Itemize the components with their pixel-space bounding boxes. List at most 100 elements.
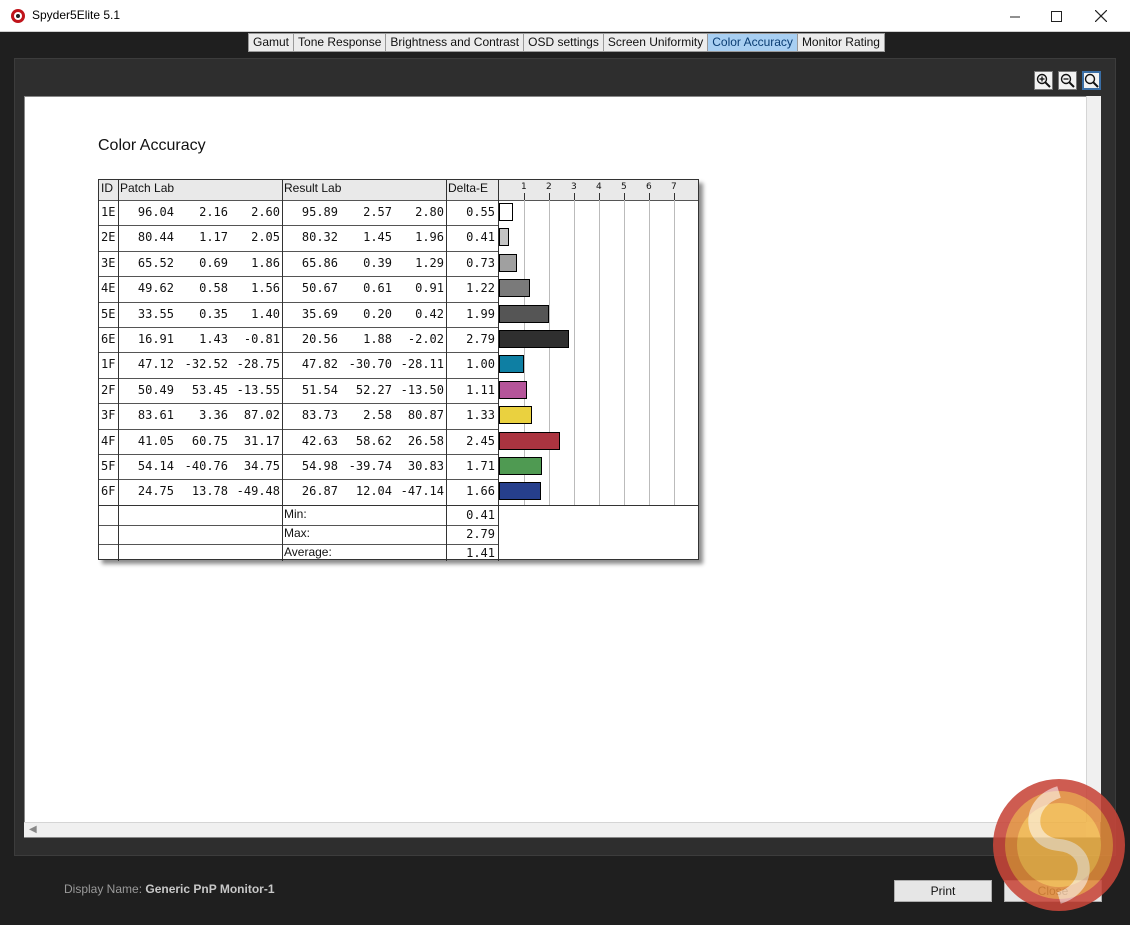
tab-gamut[interactable]: Gamut bbox=[249, 34, 295, 51]
patch-lab-value: 83.61 bbox=[137, 408, 174, 423]
result-lab-value: 0.20 bbox=[363, 306, 392, 321]
axis-tick-label: 7 bbox=[671, 182, 677, 192]
minimize-button[interactable] bbox=[992, 0, 1038, 32]
patch-lab-value: 31.17 bbox=[243, 433, 280, 448]
patch-lab-value: 0.35 bbox=[199, 306, 228, 321]
delta-e-bar bbox=[499, 330, 569, 348]
row-id: 3F bbox=[101, 408, 116, 423]
column-divider bbox=[446, 180, 447, 561]
axis-tick-label: 5 bbox=[621, 182, 627, 192]
header-patch: Patch Lab bbox=[118, 180, 282, 200]
delta-e-value: 1.11 bbox=[466, 382, 495, 397]
zoom-out-button[interactable] bbox=[1058, 71, 1077, 90]
zoom-in-button[interactable] bbox=[1034, 71, 1053, 90]
patch-lab-value: 16.91 bbox=[137, 332, 174, 346]
result-lab-value: 42.63 bbox=[301, 433, 338, 448]
result-lab-value: 26.87 bbox=[301, 484, 338, 499]
tab-color-accuracy[interactable]: Color Accuracy bbox=[708, 34, 798, 51]
patch-lab-value: 96.04 bbox=[137, 205, 174, 219]
delta-e-value: 2.45 bbox=[466, 433, 495, 448]
tab-screen-uniformity[interactable]: Screen Uniformity bbox=[604, 34, 709, 51]
result-lab-value: 26.58 bbox=[407, 433, 444, 448]
result-lab-value: 83.73 bbox=[301, 408, 338, 423]
close-window-button[interactable] bbox=[1078, 0, 1124, 32]
summary-label: Average: bbox=[284, 544, 332, 559]
delta-e-value: 0.55 bbox=[466, 205, 495, 219]
delta-e-bar bbox=[499, 228, 509, 247]
patch-lab-value: 1.56 bbox=[251, 281, 280, 296]
header-id: ID bbox=[99, 180, 118, 200]
delta-e-value: 1.99 bbox=[466, 306, 495, 321]
header-divider bbox=[99, 200, 698, 201]
patch-lab-value: 60.75 bbox=[191, 433, 228, 448]
tab-osd-settings[interactable]: OSD settings bbox=[524, 34, 604, 51]
patch-lab-value: 2.16 bbox=[199, 205, 228, 219]
grid-line bbox=[549, 200, 550, 505]
patch-lab-value: 34.75 bbox=[243, 459, 280, 473]
row-id: 4F bbox=[101, 433, 116, 448]
result-lab-value: 80.87 bbox=[407, 408, 444, 423]
row-divider bbox=[99, 352, 498, 354]
report-tabs: Gamut Tone Response Brightness and Contras… bbox=[248, 33, 885, 52]
result-lab-value: -47.14 bbox=[400, 484, 444, 499]
row-id: 3E bbox=[101, 255, 116, 270]
result-lab-value: 0.91 bbox=[415, 281, 444, 296]
axis-tick-mark bbox=[549, 193, 550, 200]
watermark-logo bbox=[993, 779, 1125, 911]
report-title: Color Accuracy bbox=[98, 137, 206, 154]
summary-value: 1.41 bbox=[466, 545, 495, 560]
axis-tick-mark bbox=[649, 193, 650, 200]
result-lab-value: -2.02 bbox=[407, 332, 444, 346]
patch-lab-value: 0.58 bbox=[199, 281, 228, 296]
row-id: 5E bbox=[101, 306, 116, 321]
delta-e-bar bbox=[499, 304, 549, 323]
patch-lab-value: 33.55 bbox=[137, 306, 174, 321]
patch-lab-value: 53.45 bbox=[191, 382, 228, 397]
summary-label: Max: bbox=[284, 525, 311, 540]
row-id: 5F bbox=[101, 459, 116, 473]
row-id: 1F bbox=[101, 357, 116, 372]
row-divider bbox=[99, 250, 498, 252]
delta-e-bar bbox=[499, 482, 541, 501]
summary-value: 0.41 bbox=[466, 507, 495, 522]
row-id: 6F bbox=[101, 484, 116, 499]
tab-monitor-rating[interactable]: Monitor Rating bbox=[798, 34, 884, 51]
delta-e-bar bbox=[499, 355, 524, 374]
scroll-left-icon[interactable]: ◀ bbox=[29, 824, 37, 835]
row-divider bbox=[99, 276, 498, 278]
title-bar: Spyder5Elite 5.1 bbox=[0, 0, 1130, 32]
patch-lab-value: 87.02 bbox=[243, 408, 280, 423]
tab-brightness-and-contrast[interactable]: Brightness and Contrast bbox=[386, 34, 525, 51]
header-result: Result Lab bbox=[282, 180, 446, 200]
delta-e-value: 1.00 bbox=[466, 357, 495, 372]
patch-lab-value: 41.05 bbox=[137, 433, 174, 448]
axis-tick-mark bbox=[599, 193, 600, 200]
result-lab-value: -13.50 bbox=[400, 382, 444, 397]
patch-lab-value: 54.14 bbox=[137, 459, 174, 473]
patch-lab-value: -49.48 bbox=[236, 484, 280, 499]
row-divider bbox=[99, 327, 498, 328]
data-divider bbox=[99, 504, 698, 506]
result-lab-value: 65.86 bbox=[301, 255, 338, 270]
horizontal-scrollbar[interactable]: ◀ bbox=[24, 822, 1086, 837]
grid-line bbox=[574, 200, 575, 505]
tab-tone-response[interactable]: Tone Response bbox=[294, 34, 387, 51]
zoom-fit-button[interactable] bbox=[1082, 71, 1101, 90]
axis-tick-mark bbox=[574, 193, 575, 200]
delta-e-bar bbox=[499, 253, 517, 272]
result-lab-value: 80.32 bbox=[301, 230, 338, 245]
grid-line bbox=[624, 200, 625, 505]
delta-e-bar bbox=[499, 431, 560, 450]
result-lab-value: 54.98 bbox=[301, 459, 338, 473]
result-lab-value: 58.62 bbox=[355, 433, 392, 448]
result-lab-value: 35.69 bbox=[301, 306, 338, 321]
result-lab-value: -28.11 bbox=[400, 357, 444, 372]
result-lab-value: 1.96 bbox=[415, 230, 444, 245]
row-divider bbox=[99, 301, 498, 303]
print-button[interactable]: Print bbox=[894, 880, 992, 902]
result-lab-value: 47.82 bbox=[301, 357, 338, 372]
vertical-scrollbar[interactable] bbox=[1086, 96, 1101, 822]
summary-divider bbox=[99, 543, 498, 545]
maximize-button[interactable] bbox=[1033, 0, 1079, 32]
row-divider bbox=[99, 479, 498, 481]
